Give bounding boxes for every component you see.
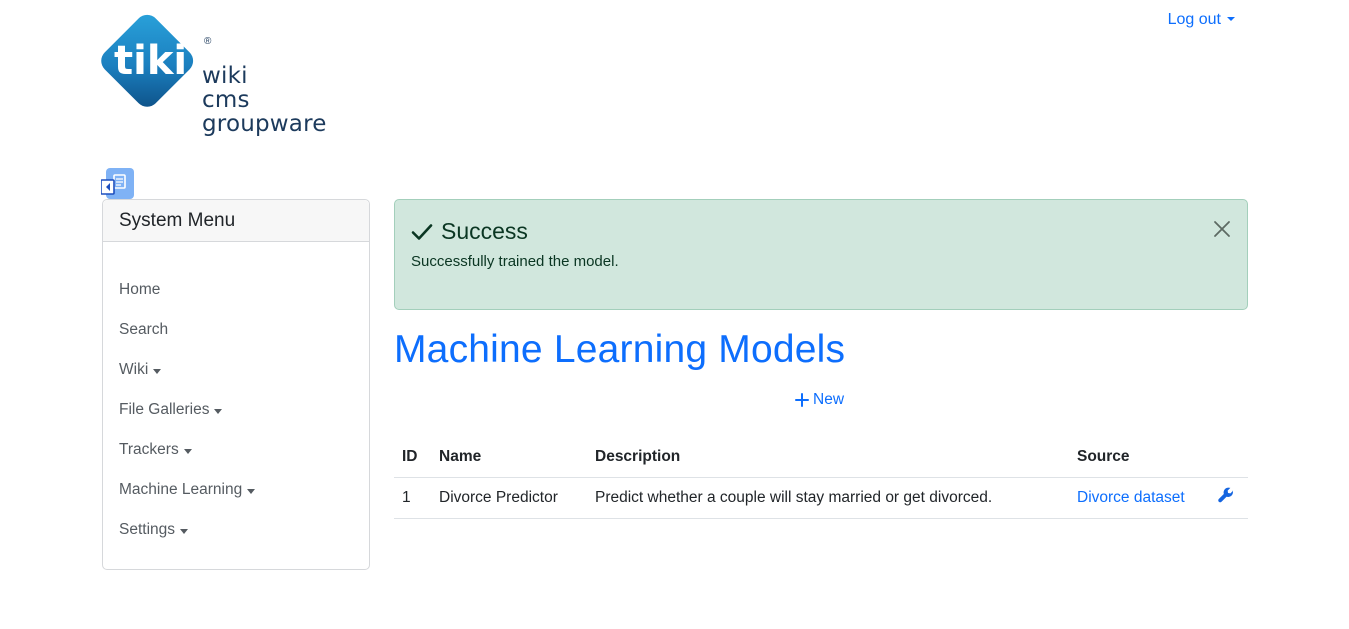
sidebar-item-wiki[interactable]: Wiki — [103, 350, 369, 390]
caret-down-icon — [214, 408, 223, 414]
cell-name: Divorce Predictor — [431, 477, 587, 519]
table-row: 1 Divorce Predictor Predict whether a co… — [394, 477, 1248, 519]
caret-down-icon — [247, 488, 256, 494]
wrench-icon[interactable] — [1217, 486, 1235, 504]
tiki-logo-mark: tiki — [101, 14, 194, 107]
alert-title-text: Success — [441, 218, 528, 244]
caret-down-icon — [153, 368, 162, 374]
header-description: Description — [587, 437, 1069, 478]
sidebar-item-label: Trackers — [119, 441, 179, 458]
success-alert: Success Successfully trained the model. — [394, 199, 1248, 310]
cell-actions — [1209, 477, 1248, 519]
sidebar-item-file-galleries[interactable]: File Galleries — [103, 390, 369, 430]
caret-down-icon — [183, 448, 192, 454]
sidebar-toggle-icon[interactable] — [100, 168, 135, 200]
alert-message: Successfully trained the model. — [411, 253, 619, 270]
logo-word-cms: cms — [202, 87, 250, 113]
system-menu-title: System Menu — [103, 200, 369, 242]
sidebar-item-label: Home — [119, 281, 161, 298]
cell-description: Predict whether a couple will stay marri… — [587, 477, 1069, 519]
sidebar-item-label: Wiki — [119, 361, 149, 378]
sidebar-item-search[interactable]: Search — [103, 310, 369, 350]
sidebar-item-settings[interactable]: Settings — [103, 510, 369, 550]
header-source: Source — [1069, 437, 1209, 478]
header-id: ID — [394, 437, 431, 478]
logo-wordmark: wiki cms groupware — [202, 64, 327, 136]
logo-mark-text: tiki — [114, 38, 187, 84]
sidebar-item-label: File Galleries — [119, 401, 210, 418]
sidebar-item-home[interactable]: Home — [103, 270, 369, 310]
sidebar-item-label: Search — [119, 321, 169, 338]
logout-dropdown[interactable]: Log out — [1168, 11, 1235, 29]
sidebar-item-trackers[interactable]: Trackers — [103, 430, 369, 470]
sidebar-item-label: Machine Learning — [119, 481, 243, 498]
header-name: Name — [431, 437, 587, 478]
models-table: ID Name Description Source 1 Divorce Pre… — [394, 437, 1248, 519]
close-icon[interactable] — [1211, 218, 1233, 240]
logo-word-groupware: groupware — [202, 111, 327, 137]
caret-down-icon — [180, 528, 189, 534]
caret-down-icon — [1227, 16, 1235, 21]
system-menu-list: Home Search Wiki File Galleries Trackers… — [103, 242, 369, 550]
logo-word-wiki: wiki — [202, 63, 248, 89]
table-header-row: ID Name Description Source — [394, 437, 1248, 478]
check-icon — [411, 223, 433, 240]
tiki-logo[interactable]: tiki ® wiki cms groupware — [100, 8, 350, 148]
system-menu: System Menu Home Search Wiki File Galler… — [102, 199, 370, 570]
source-link[interactable]: Divorce dataset — [1077, 489, 1185, 506]
plus-icon — [795, 393, 809, 407]
new-label: New — [813, 391, 845, 408]
cell-id: 1 — [394, 477, 431, 519]
header-actions — [1209, 437, 1248, 478]
page-title: Machine Learning Models — [394, 328, 846, 371]
sidebar-item-machine-learning[interactable]: Machine Learning — [103, 470, 369, 510]
sidebar-item-label: Settings — [119, 521, 176, 538]
new-model-button[interactable]: New — [795, 391, 844, 409]
registered-mark: ® — [204, 36, 212, 47]
logout-label: Log out — [1167, 11, 1221, 28]
cell-source: Divorce dataset — [1069, 477, 1209, 519]
alert-title: Success — [411, 218, 1231, 245]
